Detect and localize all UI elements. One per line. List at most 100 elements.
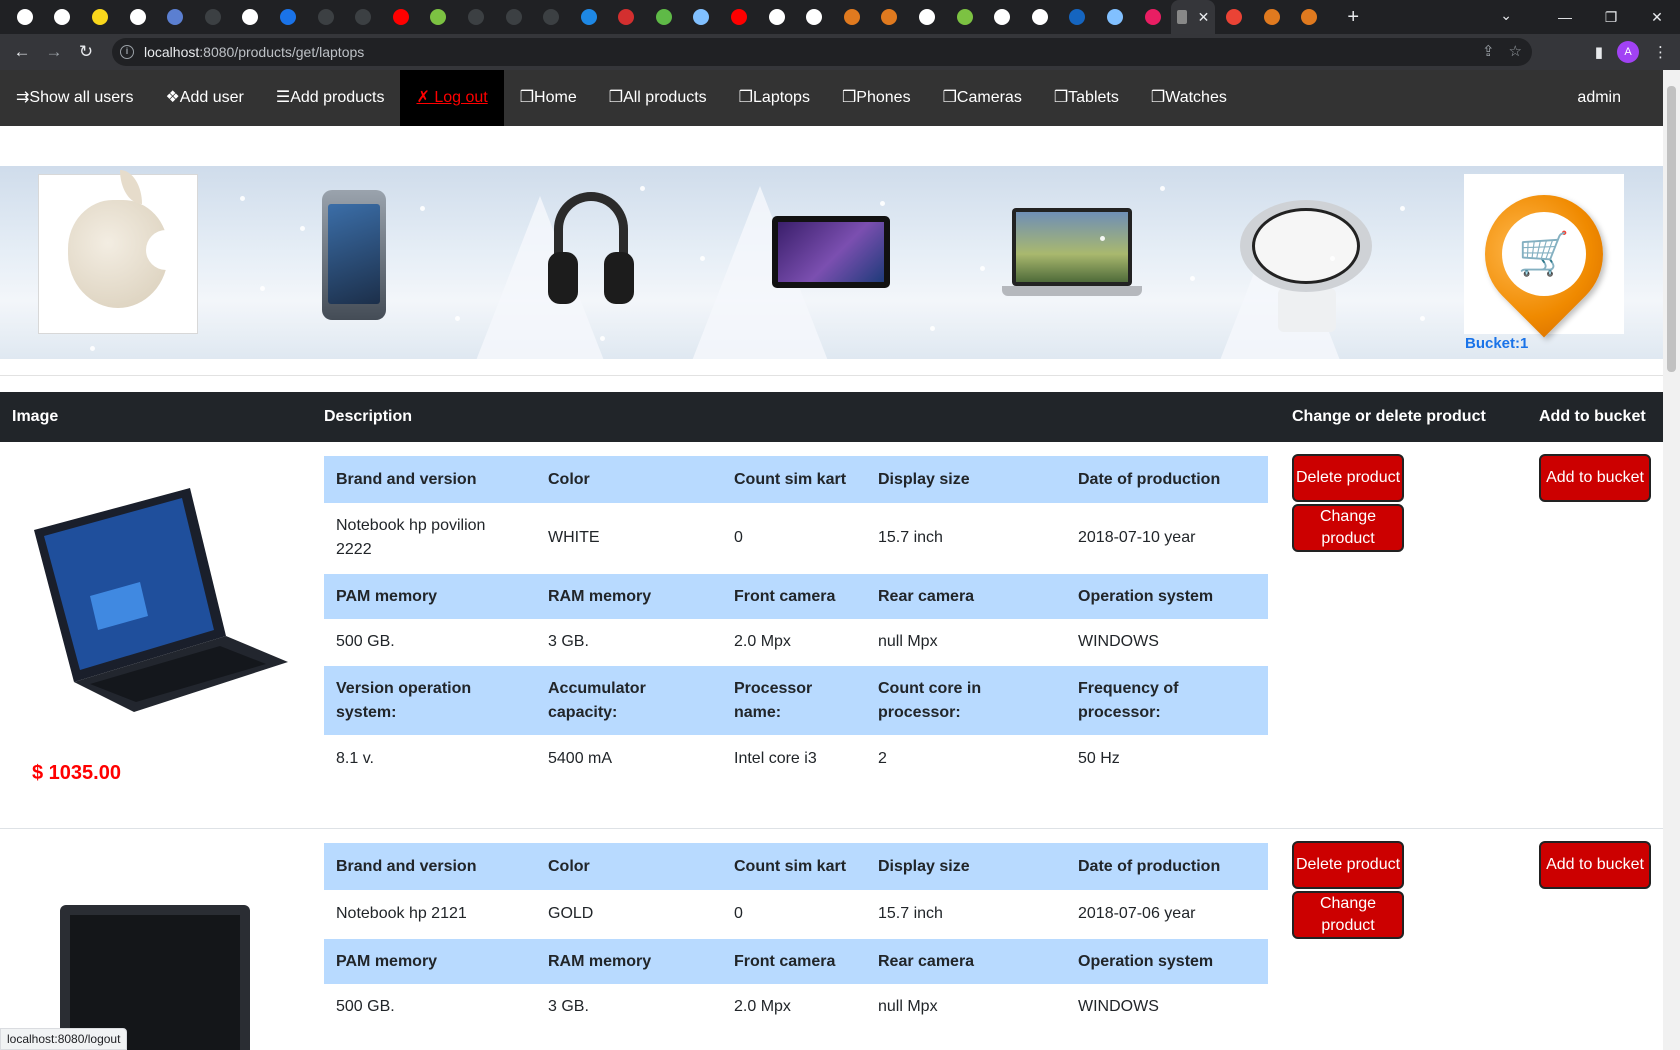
tab-favicon-icon xyxy=(655,9,672,25)
tab-favicon-icon xyxy=(1263,9,1280,25)
apple-logo-image[interactable] xyxy=(38,170,198,334)
nav-cameras[interactable]: ❒Cameras xyxy=(927,70,1038,126)
spec-label: RAM memory xyxy=(536,938,722,984)
page-scrollbar[interactable] xyxy=(1663,70,1680,1050)
spec-value: 3 GB. xyxy=(536,619,722,665)
url-text[interactable]: localhost:8080/products/get/laptops xyxy=(144,44,364,60)
nav-all-products[interactable]: ❒All products xyxy=(593,70,723,126)
side-panel-icon[interactable]: ▮ xyxy=(1595,43,1603,61)
nav-log-out[interactable]: ✗ Log out xyxy=(400,70,504,126)
nav-show-all-users[interactable]: ⇉Show all users xyxy=(0,70,149,126)
browser-tab[interactable] xyxy=(1021,0,1059,34)
browser-tab[interactable] xyxy=(1253,0,1291,34)
change-product-button[interactable]: Change product xyxy=(1292,891,1404,939)
back-icon[interactable]: ← xyxy=(6,42,38,62)
browser-tab[interactable] xyxy=(232,0,270,34)
tab-close-icon[interactable]: ✕ xyxy=(1198,9,1210,26)
nav-laptops[interactable]: ❒Laptops xyxy=(723,70,826,126)
browser-tab[interactable] xyxy=(683,0,721,34)
nav-phones[interactable]: ❒Phones xyxy=(826,70,927,126)
spec-value: 3 GB. xyxy=(536,984,722,1030)
spec-label: Brand and version xyxy=(324,842,536,890)
headphones-image[interactable] xyxy=(548,192,634,312)
change-product-button[interactable]: Change product xyxy=(1292,504,1404,552)
spec-value: 2 xyxy=(866,735,1066,783)
tab-favicon-icon xyxy=(843,9,860,25)
browser-tab[interactable] xyxy=(983,0,1021,34)
snowflake-decoration xyxy=(90,346,95,351)
browser-tab[interactable] xyxy=(119,0,157,34)
bucket-count[interactable]: Bucket:1 xyxy=(1465,335,1528,352)
nav-watches[interactable]: ❒Watches xyxy=(1135,70,1243,126)
browser-tab[interactable] xyxy=(307,0,345,34)
browser-tab[interactable] xyxy=(720,0,758,34)
browser-tab[interactable] xyxy=(1096,0,1134,34)
nav-tablets[interactable]: ❒Tablets xyxy=(1038,70,1135,126)
spec-label: PAM memory xyxy=(324,938,536,984)
browser-tab[interactable] xyxy=(382,0,420,34)
browser-tab[interactable] xyxy=(420,0,458,34)
tab-favicon-icon xyxy=(204,9,221,25)
watch-image[interactable] xyxy=(1232,192,1382,332)
browser-tab[interactable] xyxy=(833,0,871,34)
tab-favicon-icon xyxy=(618,9,635,25)
delete-product-button[interactable]: Delete product xyxy=(1292,841,1404,889)
spec-label: Operation system xyxy=(1066,938,1268,984)
laptop-banner-image[interactable] xyxy=(1002,208,1142,300)
spec-label: Color xyxy=(536,455,722,503)
spec-value: 8.1 v. xyxy=(324,735,536,783)
scrollbar-thumb[interactable] xyxy=(1667,86,1676,372)
bookmark-star-icon[interactable]: ☆ xyxy=(1509,42,1522,60)
browser-tab[interactable] xyxy=(156,0,194,34)
snowflake-decoration xyxy=(1420,316,1425,321)
spec-label: Version operation system: xyxy=(324,665,536,735)
browser-tab[interactable] xyxy=(532,0,570,34)
address-bar[interactable]: i localhost:8080/products/get/laptops ⇪ … xyxy=(112,38,1532,66)
new-tab-button[interactable]: + xyxy=(1338,6,1368,29)
browser-tab[interactable] xyxy=(570,0,608,34)
browser-tab[interactable] xyxy=(871,0,909,34)
browser-tab[interactable] xyxy=(269,0,307,34)
browser-tab[interactable] xyxy=(6,0,44,34)
reload-icon[interactable]: ↻ xyxy=(70,42,102,62)
nav-home[interactable]: ❒Home xyxy=(504,70,593,126)
bucket-cart-icon[interactable]: 🛒 xyxy=(1460,170,1628,338)
add-to-bucket-button[interactable]: Add to bucket xyxy=(1539,841,1651,889)
browser-tab[interactable] xyxy=(1134,0,1172,34)
browser-tab[interactable] xyxy=(946,0,984,34)
browser-tab[interactable] xyxy=(1215,0,1253,34)
browser-tab[interactable] xyxy=(457,0,495,34)
share-icon[interactable]: ⇪ xyxy=(1482,42,1495,60)
browser-tab[interactable] xyxy=(81,0,119,34)
spec-value: Notebook hp povilion 2222 xyxy=(324,503,536,573)
spec-header-row: Version operation system: Accumulator cap… xyxy=(324,665,1268,735)
browser-tab[interactable] xyxy=(44,0,82,34)
spec-value: GOLD xyxy=(536,890,722,938)
browser-tab[interactable] xyxy=(908,0,946,34)
profile-avatar[interactable]: A xyxy=(1617,41,1639,63)
site-info-icon[interactable]: i xyxy=(120,45,134,59)
browser-tab[interactable] xyxy=(608,0,646,34)
browser-tab[interactable] xyxy=(1059,0,1097,34)
menu-kebab-icon[interactable]: ⋮ xyxy=(1653,43,1668,61)
phone-image[interactable] xyxy=(322,190,386,320)
tab-favicon-icon xyxy=(129,9,146,25)
browser-tab[interactable] xyxy=(495,0,533,34)
browser-tab[interactable] xyxy=(344,0,382,34)
minimize-icon[interactable]: — xyxy=(1542,9,1588,25)
browser-tab[interactable] xyxy=(645,0,683,34)
browser-tab[interactable] xyxy=(758,0,796,34)
browser-tab[interactable] xyxy=(1291,0,1329,34)
restore-icon[interactable]: ❐ xyxy=(1588,9,1634,26)
delete-product-button[interactable]: Delete product xyxy=(1292,454,1404,502)
nav-add-user[interactable]: ❖Add user xyxy=(149,70,259,126)
close-window-icon[interactable]: ✕ xyxy=(1634,9,1680,26)
browser-tab-active[interactable]: ✕ xyxy=(1171,0,1216,34)
forward-icon[interactable]: → xyxy=(38,42,70,62)
tablet-image[interactable] xyxy=(772,216,890,288)
nav-add-products[interactable]: ☰Add products xyxy=(260,70,401,126)
browser-tab[interactable] xyxy=(194,0,232,34)
browser-tab[interactable] xyxy=(795,0,833,34)
tab-search-icon[interactable]: ⌄ xyxy=(1500,0,1512,34)
add-to-bucket-button[interactable]: Add to bucket xyxy=(1539,454,1651,502)
